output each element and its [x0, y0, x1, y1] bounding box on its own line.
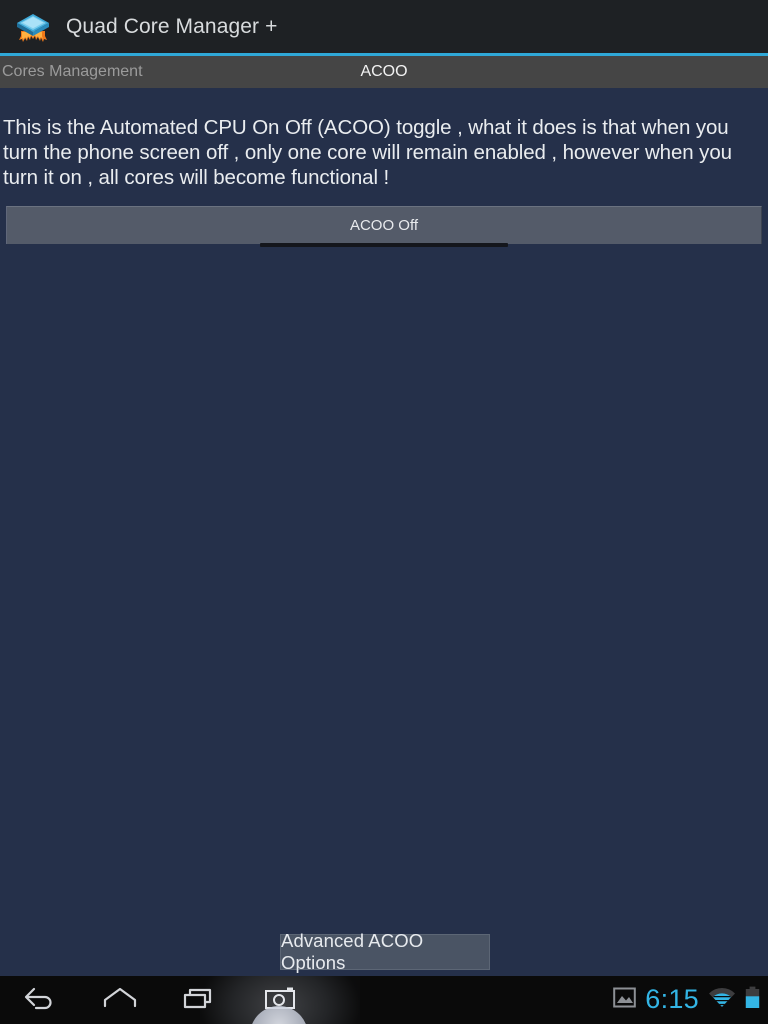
wifi-icon — [708, 987, 736, 1014]
acoo-description-text: This is the Automated CPU On Off (ACOO) … — [3, 116, 732, 189]
status-cluster: 6:15 — [613, 976, 760, 1024]
battery-icon — [745, 986, 760, 1014]
acoo-toggle-button[interactable]: ACOO Off — [6, 206, 762, 244]
main-content: This is the Automated CPU On Off (ACOO) … — [0, 88, 768, 976]
recents-icon — [183, 986, 217, 1015]
nav-back-button[interactable] — [8, 976, 72, 1024]
tab-acoo-label: ACOO — [360, 63, 408, 80]
acoo-toggle-state-indicator — [260, 243, 508, 247]
acoo-toggle-label: ACOO Off — [349, 217, 419, 234]
home-icon — [102, 986, 138, 1015]
android-screen: Quad Core Manager + Cores Management ACO… — [0, 0, 768, 1024]
tab-acoo[interactable]: ACOO — [0, 56, 768, 88]
back-icon — [23, 985, 57, 1016]
image-icon — [613, 986, 637, 1014]
acoo-toggle-container: ACOO Off — [6, 206, 762, 247]
app-title-bar: Quad Core Manager + — [0, 0, 768, 53]
status-clock: 6:15 — [645, 983, 699, 1014]
advanced-acoo-options-label: Advanced ACOO Options — [281, 930, 424, 973]
advanced-acoo-options-button[interactable]: Advanced ACOO Options — [280, 930, 490, 973]
cpu-chip-icon — [14, 9, 52, 45]
system-navigation-bar: 6:15 — [0, 976, 768, 1024]
nav-screenshot-button[interactable] — [248, 976, 312, 1024]
nav-home-button[interactable] — [88, 976, 152, 1024]
screenshot-camera-icon — [263, 985, 297, 1016]
nav-recents-button[interactable] — [168, 976, 232, 1024]
app-title: Quad Core Manager + — [66, 14, 278, 38]
tab-bar: Cores Management ACOO — [0, 56, 768, 88]
